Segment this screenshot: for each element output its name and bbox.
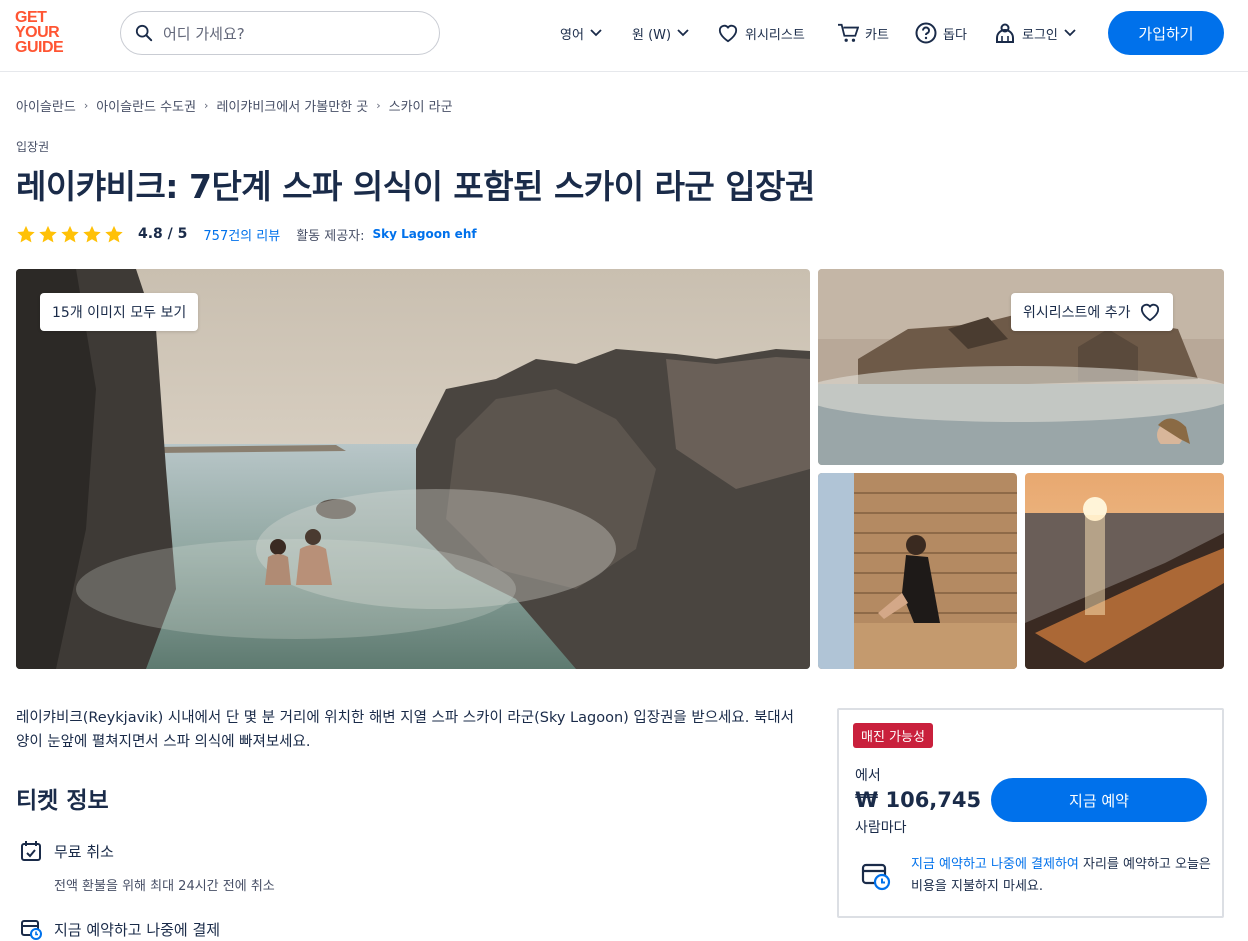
reserve-now-pay-later-note: 지금 예약하고 나중에 결제하여 자리를 예약하고 오늘은 비용을 지불하지 마… xyxy=(911,854,1211,898)
language-label: 영어 xyxy=(560,27,584,43)
star-icon xyxy=(17,225,35,242)
star-icon xyxy=(39,225,57,242)
booking-card: 매진 가능성 에서 ₩ 106,745 사람마다 지금 예약 지금 예약하고 나… xyxy=(837,708,1224,918)
search-icon xyxy=(135,24,153,42)
login-label: 로그인 xyxy=(1022,27,1058,43)
help-icon xyxy=(915,22,937,44)
currency-selector[interactable]: 원 (W) xyxy=(632,20,689,46)
view-all-images-button[interactable]: 15개 이미지 모두 보기 xyxy=(40,293,199,331)
breadcrumb-item[interactable]: 스카이 라군 xyxy=(389,96,453,115)
getyourguide-logo[interactable]: GET YOUR GUIDE xyxy=(15,10,75,56)
feature-title: 지금 예약하고 나중에 결제 xyxy=(54,920,221,939)
page-title: 레이캬비크: 7단계 스파 의식이 포함된 스카이 라군 입장권 xyxy=(16,167,815,206)
price-per-label: 사람마다 xyxy=(855,820,907,836)
sunset-lagoon-image xyxy=(1025,473,1224,669)
star-icon xyxy=(83,225,101,242)
breadcrumb-item[interactable]: 아이슬란드 xyxy=(16,96,76,115)
site-header: GET YOUR GUIDE 어디 가세요? 영어 원 (W) 위시리스트 카트… xyxy=(0,0,1248,72)
chevron-right-icon: › xyxy=(376,99,381,112)
currency-label: 원 (W) xyxy=(632,27,672,43)
add-to-wishlist-button[interactable]: 위시리스트에 추가 xyxy=(1011,293,1173,331)
star-rating xyxy=(16,225,124,244)
star-icon xyxy=(105,225,123,242)
feature-subtitle: 전액 환불을 위해 최대 24시간 전에 취소 xyxy=(54,879,275,894)
chevron-down-icon xyxy=(1064,29,1076,37)
gallery-photo-2[interactable] xyxy=(818,473,1017,669)
book-now-button[interactable]: 지금 예약 xyxy=(991,778,1207,822)
rating-row: 4.8 / 5 757건의 리뷰 활동 제공자: Sky Lagoon ehf xyxy=(16,224,477,244)
language-selector[interactable]: 영어 xyxy=(560,20,602,46)
help-label: 돕다 xyxy=(943,27,967,43)
price-value: ₩ 106,745 xyxy=(855,788,982,812)
heart-icon xyxy=(718,24,738,43)
help-link[interactable]: 돕다 xyxy=(915,20,967,46)
breadcrumb-item[interactable]: 아이슬란드 수도권 xyxy=(96,96,196,115)
cart-link[interactable]: 카트 xyxy=(837,20,889,46)
chevron-down-icon xyxy=(677,29,689,37)
add-to-wishlist-label: 위시리스트에 추가 xyxy=(1023,305,1131,321)
reserve-now-pay-later-link[interactable]: 지금 예약하고 나중에 결제하여 xyxy=(911,857,1079,872)
activity-description: 레이캬비크(Reykjavik) 시내에서 단 몇 분 거리에 위치한 해변 지… xyxy=(16,710,794,750)
signup-button[interactable]: 가입하기 xyxy=(1108,11,1224,55)
feature-title: 무료 취소 xyxy=(54,842,114,861)
provider-label: 활동 제공자: xyxy=(296,228,365,244)
view-all-images-label: 15개 이미지 모두 보기 xyxy=(52,305,187,321)
provider-link[interactable]: Sky Lagoon ehf xyxy=(373,227,477,241)
star-icon xyxy=(61,225,79,242)
breadcrumb-item[interactable]: 레이캬비크에서 가볼만한 곳 xyxy=(216,96,368,115)
calendar-clock-icon xyxy=(861,863,891,891)
user-icon xyxy=(996,23,1014,43)
likely-to-sell-out-badge: 매진 가능성 xyxy=(853,723,933,748)
search-input[interactable]: 어디 가세요? xyxy=(120,11,440,55)
cart-label: 카트 xyxy=(865,27,889,43)
category-label: 입장권 xyxy=(16,140,50,154)
sauna-image xyxy=(818,473,1017,669)
wishlist-label: 위시리스트 xyxy=(745,27,805,43)
chevron-down-icon xyxy=(590,29,602,37)
cart-icon xyxy=(838,23,859,42)
ticket-info-heading: 티켓 정보 xyxy=(16,788,109,814)
search-placeholder: 어디 가세요? xyxy=(163,24,245,43)
chevron-right-icon: › xyxy=(83,99,89,112)
calendar-check-icon xyxy=(21,841,41,861)
rating-value: 4.8 / 5 xyxy=(138,226,188,242)
feature-reserve-now-pay-later: 지금 예약하고 나중에 결제 xyxy=(20,918,220,940)
login-menu[interactable]: 로그인 xyxy=(994,20,1076,46)
feature-free-cancellation: 무료 취소 xyxy=(20,840,114,862)
gallery-photo-3[interactable] xyxy=(1025,473,1224,669)
price-from-label: 에서 xyxy=(855,768,881,784)
chevron-right-icon: › xyxy=(204,99,209,112)
breadcrumb: 아이슬란드 › 아이슬란드 수도권 › 레이캬비크에서 가볼만한 곳 › 스카이… xyxy=(16,96,453,115)
calendar-clock-icon xyxy=(21,920,42,940)
reviews-link[interactable]: 757건의 리뷰 xyxy=(203,225,280,244)
wishlist-link[interactable]: 위시리스트 xyxy=(717,20,805,46)
heart-icon xyxy=(1140,303,1159,322)
